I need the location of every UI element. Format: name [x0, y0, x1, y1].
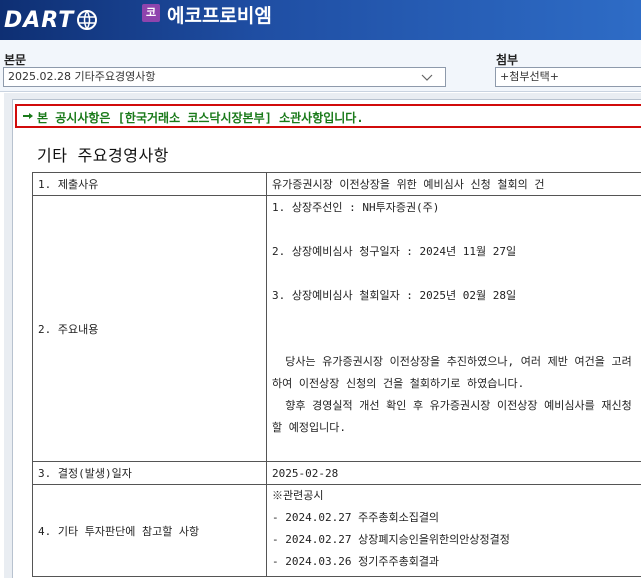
content-line: 3. 상장예비심사 철회일자 : 2025년 02월 28일: [272, 289, 517, 302]
content-paragraph: 당사는 유가증권시장 이전상장을 추진하였으나, 여러 제반 여건을 고려하여 …: [272, 355, 632, 390]
company-badge-icon: 코: [142, 4, 160, 22]
document-title: 기타 주요경영사항: [37, 146, 169, 165]
globe-icon: [77, 10, 98, 30]
document-body[interactable]: 본 공시사항은 [한국거래소 코스닥시장본부] 소관사항입니다. 기타 주요경영…: [12, 99, 641, 578]
content-line: 1. 상장주선인 : NH투자증권(주): [272, 201, 440, 214]
row-value: 2025-02-28: [266, 461, 641, 485]
document-selector-bar: 본문 2025.02.28 기타주요경영사항 첨부 +첨부선택+: [0, 40, 641, 92]
content-line: - 2024.02.27 상장폐지승인을위한의안상정결정: [272, 533, 510, 546]
row-label: 2. 주요내용: [32, 195, 267, 462]
document-frame: 본 공시사항은 [한국거래소 코스닥시장본부] 소관사항입니다. 기타 주요경영…: [4, 93, 641, 578]
row-label: 4. 기타 투자판단에 참고할 사항: [32, 484, 267, 577]
chevron-down-icon: [421, 74, 433, 81]
table-row: 2. 주요내용 1. 상장주선인 : NH투자증권(주) 2. 상장예비심사 청…: [32, 195, 641, 462]
row-value: ※관련공시 - 2024.02.27 주주총회소집결의 - 2024.02.27…: [266, 484, 641, 577]
main-doc-select-value: 2025.02.28 기타주요경영사항: [8, 70, 156, 83]
content-line: - 2024.02.27 주주총회소집결의: [272, 511, 440, 524]
attachment-select[interactable]: +첨부선택+: [495, 67, 641, 87]
main-doc-select[interactable]: 2025.02.28 기타주요경영사항: [3, 67, 446, 87]
company-name: 에코프로비엠: [167, 5, 272, 27]
content-line: ※관련공시: [272, 489, 324, 502]
attachment-select-value: +첨부선택+: [500, 70, 559, 83]
logo-text: DART: [4, 7, 75, 33]
pointing-hand-icon: [23, 113, 33, 119]
main-doc-label: 본문: [4, 53, 27, 67]
notice-text: 본 공시사항은 [한국거래소 코스닥시장본부] 소관사항입니다.: [37, 111, 364, 125]
row-value: 유가증권시장 이전상장을 위한 예비심사 신청 철회의 건: [266, 172, 641, 196]
row-label: 3. 결정(발생)일자: [32, 461, 267, 485]
row-label: 1. 제출사유: [32, 172, 267, 196]
dart-logo[interactable]: DART: [4, 5, 98, 35]
disclosure-table: 1. 제출사유 유가증권시장 이전상장을 위한 예비심사 신청 철회의 건 2.…: [32, 172, 641, 577]
content-line: 2. 상장예비심사 청구일자 : 2024년 11월 27일: [272, 245, 517, 258]
jurisdiction-notice: 본 공시사항은 [한국거래소 코스닥시장본부] 소관사항입니다.: [15, 104, 641, 128]
table-row: 1. 제출사유 유가증권시장 이전상장을 위한 예비심사 신청 철회의 건: [32, 172, 641, 196]
app-header: DART 코 에코프로비엠: [0, 0, 641, 40]
table-row: 4. 기타 투자판단에 참고할 사항 ※관련공시 - 2024.02.27 주주…: [32, 484, 641, 577]
table-row: 3. 결정(발생)일자 2025-02-28: [32, 461, 641, 485]
content-line: - 2024.03.26 정기주주총회결과: [272, 555, 440, 568]
row-value: 1. 상장주선인 : NH투자증권(주) 2. 상장예비심사 청구일자 : 20…: [266, 195, 641, 462]
content-paragraph: 향후 경영실적 개선 확인 후 유가증권시장 이전상장 예비심사를 재신청할 예…: [272, 399, 632, 434]
attachment-label: 첨부: [496, 53, 519, 67]
